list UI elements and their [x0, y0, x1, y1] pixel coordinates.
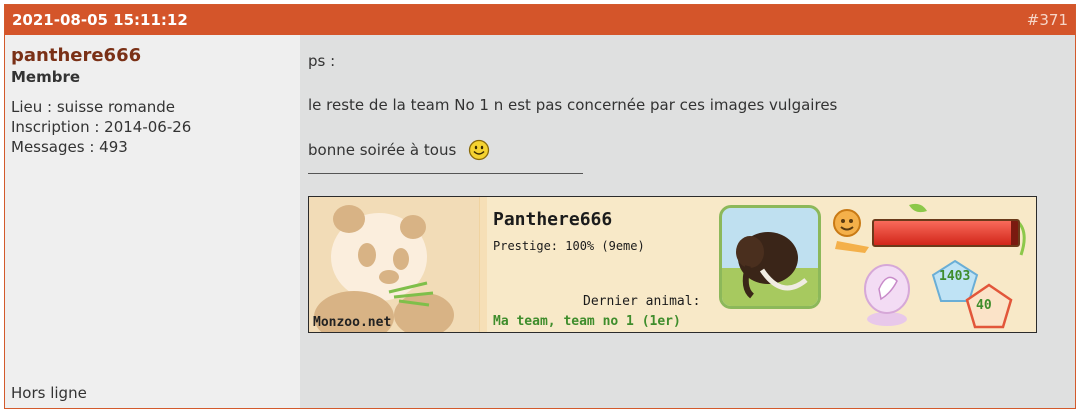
- message-line: ps :: [308, 52, 336, 70]
- post-header: 2021-08-05 15:11:12 #371: [5, 5, 1075, 35]
- signature-player-name: Panthere666: [493, 209, 613, 230]
- author-panel: panthere666 Membre Lieu : suisse romande…: [5, 35, 300, 408]
- message-line-with-smiley: bonne soirée à tous: [308, 139, 1067, 161]
- signature-health-bar: [872, 219, 1020, 247]
- panda-icon: Monzoo.net: [309, 197, 479, 332]
- signature-separator: [308, 173, 583, 174]
- signature-banner[interactable]: Monzoo.net Panthere666 Prestige: 100% (9…: [308, 196, 1037, 333]
- health-bar-fill: [874, 221, 1011, 245]
- signature-last-animal-label: Dernier animal:: [583, 294, 701, 309]
- author-registration: Inscription : 2014-06-26: [11, 118, 192, 136]
- signature-team: Ma team, team no 1 (1er): [493, 314, 681, 329]
- smile-icon: [469, 139, 490, 161]
- signature-score-red: 40: [976, 298, 992, 313]
- message-line: le reste de la team No 1 n est pas conce…: [308, 96, 838, 114]
- forum-post: 2021-08-05 15:11:12 #371 panthere666 Mem…: [4, 4, 1076, 409]
- signature-brand: Monzoo.net: [313, 315, 392, 330]
- author-message-count: Messages : 493: [11, 138, 128, 156]
- message-line: bonne soirée à tous: [308, 141, 457, 159]
- signature-prestige: Prestige: 100% (9eme): [493, 239, 645, 253]
- signature-score-blue: 1403: [939, 269, 971, 284]
- author-location: Lieu : suisse romande: [11, 98, 176, 116]
- author-rank: Membre: [11, 68, 81, 86]
- message-panel: ps : le reste de la team No 1 n est pas …: [300, 35, 1075, 408]
- post-permalink[interactable]: #371: [1027, 11, 1068, 29]
- author-online-status: Hors ligne: [11, 384, 87, 402]
- unicorn-trophy-icon: [864, 264, 910, 326]
- post-body: panthere666 Membre Lieu : suisse romande…: [5, 35, 1075, 408]
- mammoth-icon: [719, 205, 821, 309]
- author-name-link[interactable]: panthere666: [11, 45, 294, 67]
- signature-divider: [479, 197, 487, 332]
- post-date: 2021-08-05 15:11:12: [12, 11, 188, 29]
